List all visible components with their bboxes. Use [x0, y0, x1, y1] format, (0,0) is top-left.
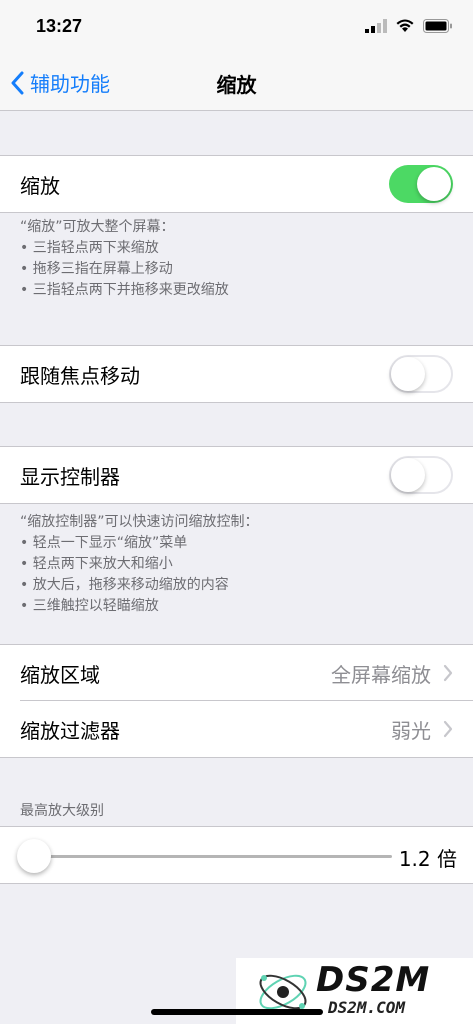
home-indicator	[151, 1009, 323, 1015]
watermark-text: DS2M	[316, 960, 431, 1000]
navigation-bar: 辅助功能 缩放	[0, 54, 473, 111]
zoom-options-group: 缩放区域 全屏幕缩放 缩放过滤器 弱光	[0, 644, 473, 758]
toggle-knob	[391, 357, 425, 391]
follow-focus-toggle[interactable]	[389, 355, 453, 393]
footnote-item: 三指轻点两下来缩放	[20, 238, 450, 259]
battery-icon	[423, 18, 452, 33]
footnote-item: 三维触控以轻瞄缩放	[20, 596, 450, 617]
chevron-right-icon	[443, 720, 453, 738]
zoom-group: 缩放	[0, 155, 473, 213]
zoom-filter-row[interactable]: 缩放过滤器 弱光	[0, 701, 473, 757]
zoom-region-row[interactable]: 缩放区域 全屏幕缩放	[0, 645, 473, 701]
zoom-level-slider-thumb[interactable]	[17, 839, 51, 873]
controller-toggle[interactable]	[389, 456, 453, 494]
zoom-level-slider-track[interactable]	[34, 855, 392, 858]
controller-footnote: “缩放控制器”可以快速访问缩放控制： 轻点一下显示“缩放”菜单 轻点两下来放大和…	[20, 512, 450, 617]
wifi-icon	[396, 19, 414, 32]
signal-icon	[365, 18, 387, 33]
zoom-footnote-title: “缩放”可放大整个屏幕：	[20, 219, 175, 235]
chevron-right-icon	[443, 664, 453, 682]
zoom-filter-value: 弱光	[391, 718, 431, 743]
watermark-url: DS2M.COM	[328, 998, 406, 1017]
zoom-toggle[interactable]	[389, 165, 453, 203]
footnote-item: 拖移三指在屏幕上移动	[20, 259, 450, 280]
status-bar: 13:27	[0, 0, 473, 54]
zoom-region-value: 全屏幕缩放	[331, 662, 431, 687]
footnote-item: 轻点两下来放大和缩小	[20, 554, 450, 575]
follow-focus-row: 跟随焦点移动	[0, 346, 473, 402]
status-time: 13:27	[36, 16, 83, 36]
footnote-item: 轻点一下显示“缩放”菜单	[20, 533, 450, 554]
footnote-item: 放大后，拖移来移动缩放的内容	[20, 575, 450, 596]
controller-row: 显示控制器	[0, 447, 473, 503]
zoom-filter-label: 缩放过滤器	[20, 718, 120, 743]
follow-focus-group: 跟随焦点移动	[0, 345, 473, 403]
max-zoom-header: 最高放大级别	[20, 803, 104, 819]
page-title: 缩放	[216, 73, 257, 97]
controller-label: 显示控制器	[20, 464, 120, 489]
zoom-row-label: 缩放	[20, 173, 60, 198]
toggle-knob	[417, 167, 451, 201]
controller-group: 显示控制器	[0, 446, 473, 504]
zoom-level-value: 1.2 倍	[398, 847, 457, 871]
controller-footnote-title: “缩放控制器”可以快速访问缩放控制：	[20, 514, 259, 530]
footnote-item: 三指轻点两下并拖移来更改缩放	[20, 280, 450, 301]
zoom-footnote: “缩放”可放大整个屏幕： 三指轻点两下来缩放 拖移三指在屏幕上移动 三指轻点两下…	[20, 217, 450, 301]
status-icons	[365, 18, 453, 33]
follow-focus-label: 跟随焦点移动	[20, 363, 140, 388]
zoom-row: 缩放	[0, 156, 473, 212]
zoom-region-label: 缩放区域	[20, 662, 100, 687]
toggle-knob	[391, 458, 425, 492]
max-zoom-group: 1.2 倍	[0, 826, 473, 884]
